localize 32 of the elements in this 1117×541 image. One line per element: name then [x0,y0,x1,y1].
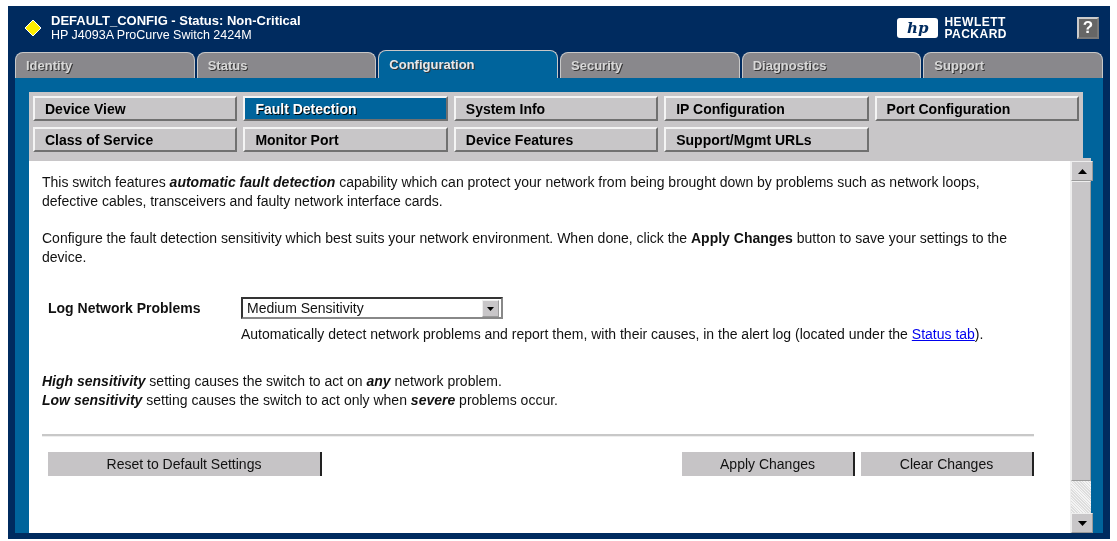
hint-text: Automatically detect network problems and report them, with their causes, in the alert log (located under the Status tab). [241,325,985,344]
field-label: Log Network Problems [48,298,202,318]
subnav-button[interactable]: Device Features [453,127,659,152]
scroll-up-button[interactable] [1071,161,1093,181]
subnav-button[interactable]: System Info [453,96,659,121]
note-text: High sensitivity setting causes the switch to act on any network problem. [42,372,503,391]
subnav-button[interactable]: IP Configuration [664,96,869,121]
scrollbar-thumb[interactable] [1071,181,1091,481]
scroll-down-button[interactable] [1071,513,1093,533]
window-subtitle: HP J4093A ProCurve Switch 2424M [51,28,252,42]
subnav-button[interactable]: Monitor Port [243,127,448,152]
subnav-button[interactable]: Support/Mgmt URLs [664,127,869,152]
intro-paragraph: This switch features automatic fault detection capability which can protect your network from being brought down by problems such as network loops, defective cables, transceivers and faulty network interface cards. [42,173,981,211]
intro-paragraph: Configure the fault detection sensitivity which best suits your network environment. When done, click the Apply Changes button to save your settings to the device. [42,229,1008,267]
tab[interactable]: Configuration [378,50,558,78]
subnav-button[interactable]: Port Configuration [874,96,1079,121]
up-arrow-icon [1077,168,1087,174]
help-button[interactable]: ? [1077,17,1099,39]
logo-name: HEWLETT PACKARD [944,16,1007,40]
subnav-button[interactable]: Fault Detection [243,96,448,121]
subnav-button[interactable]: Class of Service [33,127,238,152]
down-arrow-icon [1077,520,1087,526]
action-button[interactable]: Apply Changes [682,452,855,476]
status-diamond-icon [25,20,41,36]
sensitivity-dropdown[interactable]: Medium Sensitivity [241,297,503,319]
note-text: Low sensitivity setting causes the switch to act only when severe problems occur. [42,391,559,410]
reset-button[interactable]: Reset to Default Settings [48,452,322,476]
window-title: DEFAULT_CONFIG - Status: Non-Critical [51,14,301,28]
action-button[interactable]: Clear Changes [861,452,1034,476]
logo-mark: hp [897,18,939,38]
subnav-button[interactable]: Device View [33,96,238,121]
status-tab-link[interactable]: Status tab [911,326,975,342]
